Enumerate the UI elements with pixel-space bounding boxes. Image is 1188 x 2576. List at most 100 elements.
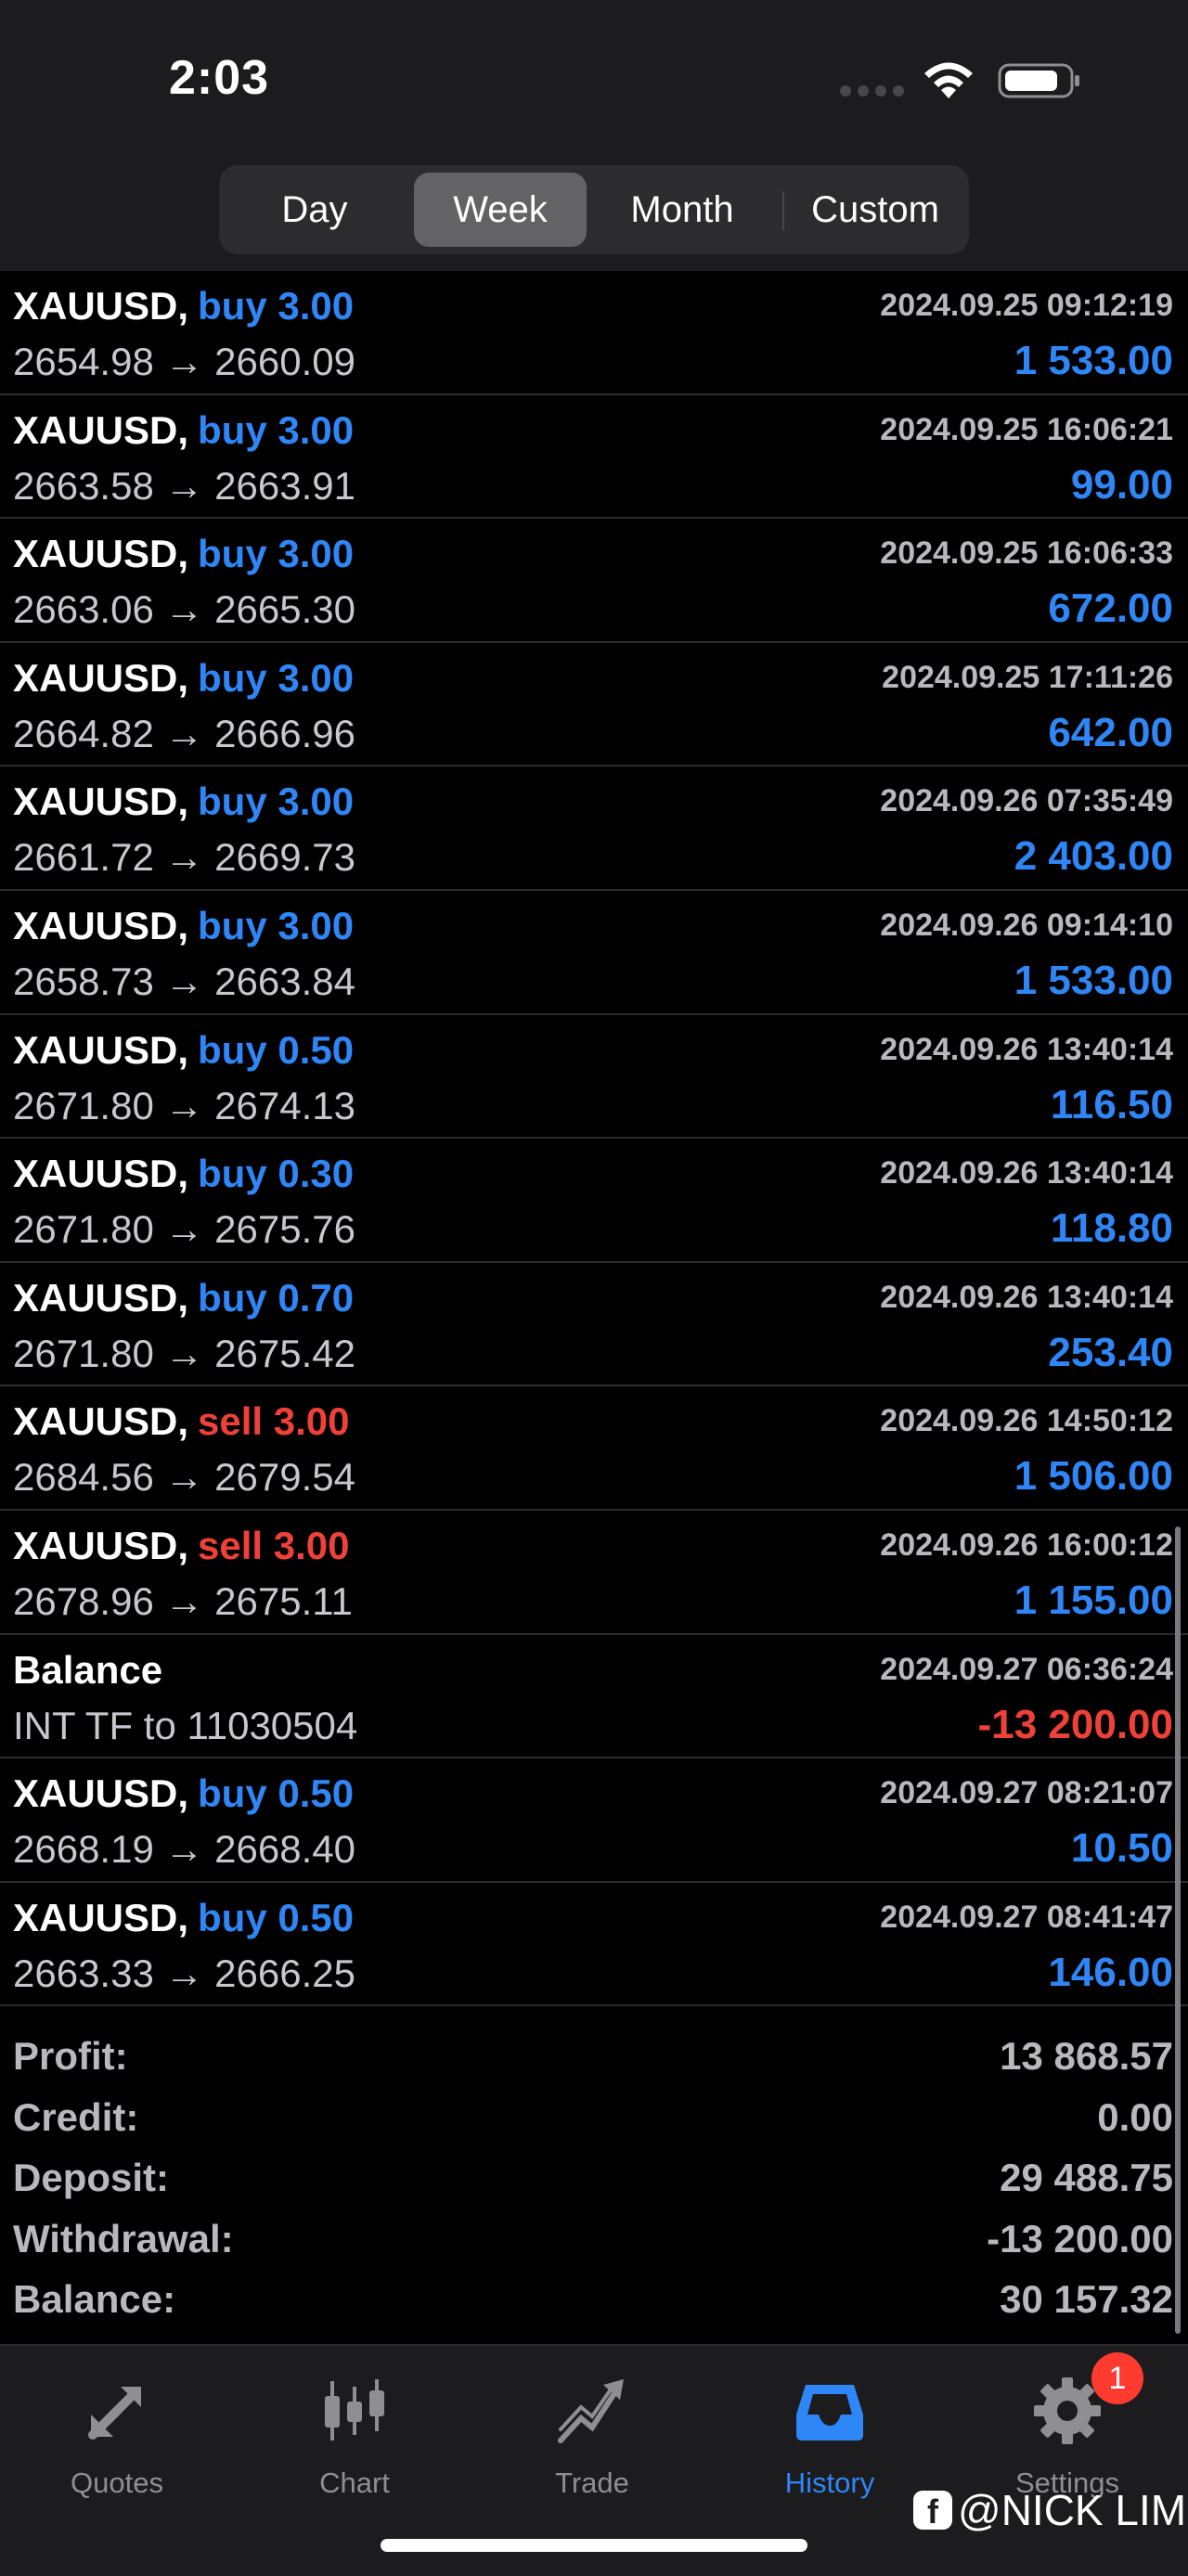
balance-comment: INT TF to 11030504 [13, 1703, 358, 1747]
price-range: 2678.96 → 2675.11 [13, 1578, 353, 1623]
price-range: 2658.73 → 2663.84 [13, 959, 355, 1003]
tab-label: Chart [319, 2467, 390, 2499]
trade-profit: 1 155.00 [1014, 1577, 1173, 1623]
tab-quotes[interactable]: Quotes [24, 2364, 210, 2499]
trade-action: buy 3.00 [198, 284, 355, 328]
battery-icon [998, 63, 1079, 98]
summary-label: Deposit: [13, 2156, 169, 2199]
summary-label: Withdrawal: [13, 2216, 234, 2260]
symbol: XAUUSD, [13, 284, 189, 328]
symbol: XAUUSD, [13, 407, 189, 452]
symbol: XAUUSD, [13, 1275, 189, 1320]
history-row[interactable]: XAUUSD, buy 0.50 2668.19 → 2668.40 2024.0… [0, 1758, 1188, 1883]
trade-action: buy 0.30 [198, 1152, 355, 1196]
symbol: XAUUSD, [13, 1771, 189, 1816]
trade-time: 2024.09.26 13:40:14 [880, 1279, 1173, 1315]
symbol: XAUUSD, [13, 1399, 189, 1444]
history-row[interactable]: XAUUSD, sell 3.00 2684.56 → 2679.54 2024.… [0, 1386, 1188, 1511]
trade-time: 2024.09.27 06:36:24 [880, 1651, 1173, 1687]
price-range: 2684.56 → 2679.54 [13, 1455, 355, 1500]
symbol: XAUUSD, [13, 1152, 189, 1196]
history-row[interactable]: XAUUSD, buy 0.30 2671.80 → 2675.76 2024.0… [0, 1139, 1188, 1263]
trade-profit: 1 533.00 [1014, 338, 1173, 383]
watermark-text: @NICK LIM [958, 2486, 1187, 2534]
history-row[interactable]: XAUUSD, buy 3.00 2658.73 → 2663.84 2024.0… [0, 891, 1188, 1015]
price-range: 2671.80 → 2675.42 [13, 1331, 355, 1375]
symbol: XAUUSD, [13, 655, 189, 700]
summary-label: Balance: [13, 2277, 176, 2321]
history-row[interactable]: XAUUSD, buy 0.50 2663.33 → 2666.25 2024.0… [0, 1883, 1188, 2007]
quotes-icon [88, 2387, 141, 2440]
trade-profit: 642.00 [1048, 709, 1173, 755]
price-range: 2663.58 → 2663.91 [13, 463, 355, 508]
trade-action: buy 3.00 [198, 903, 355, 947]
history-row[interactable]: XAUUSD, buy 0.70 2671.80 → 2675.42 2024.0… [0, 1263, 1188, 1387]
trade-action: sell 3.00 [198, 1399, 350, 1444]
summary-value: -13 200.00 [987, 2216, 1173, 2260]
trade-time: 2024.09.26 13:40:14 [880, 1031, 1173, 1067]
period-segmented-control: Day Week Month Custom [219, 165, 969, 254]
symbol: XAUUSD, [13, 1027, 189, 1072]
price-range: 2664.82 → 2666.96 [13, 711, 355, 755]
watermark: f @NICK LIM [913, 2485, 1186, 2535]
trade-profit: 1 506.00 [1014, 1453, 1173, 1500]
trade-action: buy 0.70 [198, 1275, 355, 1320]
trade-time: 2024.09.25 09:12:19 [880, 288, 1173, 323]
settings-badge: 1 [1091, 2352, 1143, 2404]
history-icon [796, 2385, 863, 2441]
trade-action: buy 3.00 [198, 779, 355, 824]
trade-action: buy 3.00 [198, 407, 355, 452]
price-range: 2663.06 → 2665.30 [13, 587, 355, 632]
tab-trade[interactable]: Trade [499, 2364, 685, 2499]
price-range: 2671.80 → 2674.13 [13, 1083, 355, 1127]
scrollbar[interactable] [1175, 1526, 1181, 2334]
trade-profit: -13 200.00 [977, 1701, 1173, 1747]
status-time: 2:03 [169, 51, 270, 105]
history-row[interactable]: XAUUSD, sell 3.00 2678.96 → 2675.11 2024.… [0, 1511, 1188, 1635]
trade-icon [558, 2379, 624, 2443]
tab-label: Quotes [71, 2467, 163, 2499]
trade-profit: 146.00 [1048, 1949, 1173, 1995]
trade-profit: 672.00 [1048, 586, 1173, 632]
trade-time: 2024.09.26 09:14:10 [880, 907, 1173, 943]
history-row[interactable]: XAUUSD, buy 3.00 2654.98 → 2660.09 2024.0… [0, 271, 1188, 395]
history-row[interactable]: XAUUSD, buy 3.00 2663.58 → 2663.91 2024.0… [0, 395, 1188, 520]
tab-week[interactable]: Week [414, 173, 587, 247]
segment-divider [782, 191, 784, 230]
summary-withdrawal: Withdrawal: -13 200.00 [0, 2211, 1188, 2273]
history-row[interactable]: XAUUSD, buy 3.00 2663.06 → 2665.30 2024.0… [0, 519, 1188, 643]
account-summary: Profit: 13 868.57 Credit: 0.00 Deposit: … [0, 2029, 1188, 2333]
trade-profit: 1 533.00 [1014, 957, 1173, 1003]
summary-label: Profit: [13, 2034, 128, 2078]
tab-custom[interactable]: Custom [789, 173, 962, 247]
trade-profit: 116.50 [1050, 1081, 1173, 1127]
history-row-balance[interactable]: Balance INT TF to 11030504 2024.09.27 06… [0, 1635, 1188, 1759]
facebook-icon: f [913, 2491, 952, 2531]
symbol: Balance [13, 1647, 163, 1692]
history-row[interactable]: XAUUSD, buy 3.00 2664.82 → 2666.96 2024.0… [0, 643, 1188, 767]
summary-profit: Profit: 13 868.57 [0, 2029, 1188, 2090]
trade-time: 2024.09.27 08:21:07 [880, 1775, 1173, 1811]
price-range: 2663.33 → 2666.25 [13, 1951, 355, 1995]
history-row[interactable]: XAUUSD, buy 3.00 2661.72 → 2669.73 2024.0… [0, 766, 1188, 891]
trade-time: 2024.09.25 16:06:33 [880, 535, 1173, 572]
trade-time: 2024.09.26 13:40:14 [880, 1155, 1173, 1191]
price-range: 2671.80 → 2675.76 [13, 1207, 355, 1252]
summary-credit: Credit: 0.00 [0, 2090, 1188, 2151]
tab-day[interactable]: Day [226, 173, 403, 247]
symbol: XAUUSD, [13, 1895, 189, 1939]
history-row[interactable]: XAUUSD, buy 0.50 2671.80 → 2674.13 2024.0… [0, 1015, 1188, 1140]
home-indicator[interactable] [381, 2539, 807, 2552]
trade-time: 2024.09.27 08:41:47 [880, 1899, 1173, 1935]
tab-month[interactable]: Month [594, 173, 770, 247]
summary-value: 0.00 [1097, 2094, 1173, 2139]
period-selector-bar: Day Week Month Custom [0, 158, 1188, 271]
price-range: 2668.19 → 2668.40 [13, 1827, 355, 1872]
tab-history[interactable]: History [737, 2364, 923, 2499]
summary-value: 13 868.57 [1000, 2034, 1173, 2078]
trade-time: 2024.09.26 16:00:12 [880, 1526, 1173, 1563]
trade-time: 2024.09.26 14:50:12 [880, 1403, 1173, 1439]
tab-chart[interactable]: Chart [262, 2364, 447, 2499]
symbol: XAUUSD, [13, 779, 189, 824]
summary-label: Credit: [13, 2094, 139, 2139]
